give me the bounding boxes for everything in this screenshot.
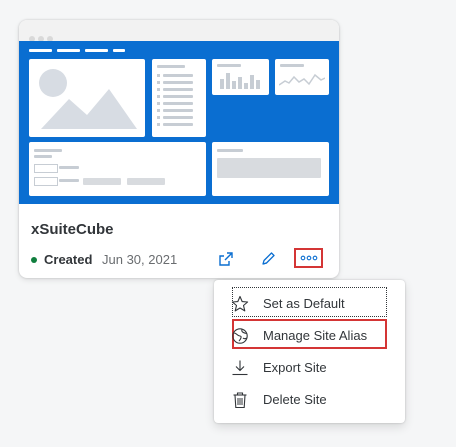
text-block-tile [212, 142, 329, 196]
thumbnail-canvas [19, 41, 339, 204]
menu-item-delete-site[interactable]: Delete Site [214, 384, 405, 416]
globe-icon [232, 328, 248, 344]
star-icon [231, 295, 249, 312]
list-tile [152, 59, 206, 137]
window-dots [29, 29, 56, 42]
site-title: xSuiteCube [31, 221, 114, 238]
more-icon [300, 255, 317, 261]
site-card[interactable]: xSuiteCube Created Jun 30, 2021 [19, 20, 339, 278]
site-actions-menu: Set as Default Manage Site Alias Export … [214, 280, 405, 423]
menu-item-label: Export Site [263, 360, 327, 375]
site-thumbnail[interactable] [19, 20, 339, 204]
status-date: Jun 30, 2021 [102, 252, 178, 267]
image-placeholder-tile [29, 59, 145, 137]
menu-item-set-as-default[interactable]: Set as Default [214, 288, 405, 320]
line-chart-tile [275, 59, 329, 95]
bar-chart-tile [212, 59, 269, 95]
menu-item-export-site[interactable]: Export Site [214, 352, 405, 384]
more-actions-button[interactable] [294, 248, 323, 268]
share-icon [219, 252, 233, 266]
edit-icon [262, 252, 275, 265]
menu-item-label: Manage Site Alias [263, 328, 368, 343]
status-label: Created [44, 252, 93, 267]
menu-item-manage-site-alias[interactable]: Manage Site Alias [214, 320, 405, 352]
menu-item-label: Set as Default [263, 296, 345, 311]
status-indicator-icon [31, 257, 37, 263]
trash-icon [233, 392, 247, 409]
download-icon [232, 360, 248, 376]
share-button[interactable] [215, 249, 237, 269]
form-tile [29, 142, 206, 196]
menu-item-label: Delete Site [263, 392, 327, 407]
edit-button[interactable] [257, 249, 279, 269]
